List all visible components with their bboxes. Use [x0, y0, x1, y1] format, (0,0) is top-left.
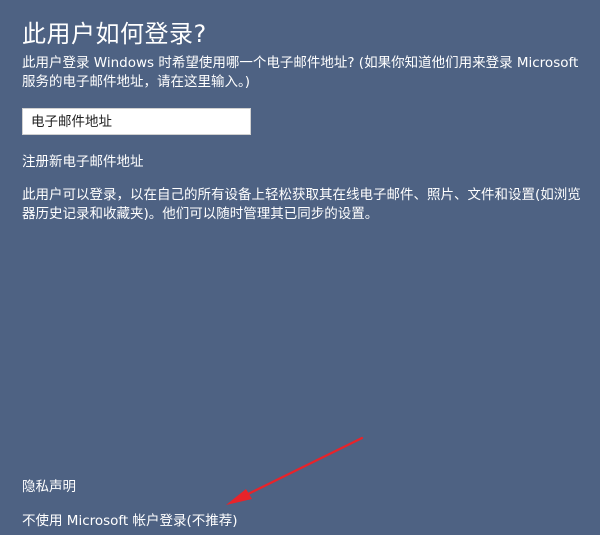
red-arrow-head	[226, 489, 252, 505]
red-arrow-shaft	[238, 436, 364, 500]
register-new-email-link[interactable]: 注册新电子邮件地址	[22, 150, 144, 170]
privacy-statement-link[interactable]: 隐私声明	[22, 475, 76, 495]
email-field[interactable]	[22, 108, 251, 135]
page-title: 此用户如何登录?	[22, 20, 207, 48]
intro-text: 此用户登录 Windows 时希望使用哪一个电子邮件地址? (如果你知道他们用来…	[22, 55, 579, 90]
no-microsoft-account-link[interactable]: 不使用 Microsoft 帐户登录(不推荐)	[22, 509, 238, 529]
sync-description: 此用户可以登录，以在自己的所有设备上轻松获取其在线电子邮件、照片、文件和设置(如…	[22, 187, 581, 222]
